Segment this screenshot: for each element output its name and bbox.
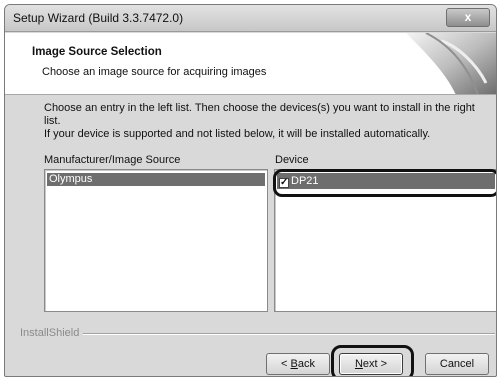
close-button[interactable]: x <box>446 8 490 27</box>
back-button-prefix: < <box>281 358 291 370</box>
instructions-line-2: If your device is supported and not list… <box>44 128 431 140</box>
setup-wizard-window: Setup Wizard (Build 3.3.7472.0) x Image … <box>4 4 497 377</box>
device-highlight-annotation <box>273 169 496 197</box>
instructions-line-1: Choose an entry in the left list. Then c… <box>44 102 475 127</box>
title-bar: Setup Wizard (Build 3.3.7472.0) x <box>5 5 496 32</box>
window-title: Setup Wizard (Build 3.3.7472.0) <box>13 11 184 25</box>
manufacturer-item-label: Olympus <box>49 173 93 185</box>
page-title: Image Source Selection <box>32 46 162 58</box>
wizard-header: Image Source Selection Choose an image s… <box>5 33 496 95</box>
page-subtitle: Choose an image source for acquiring ima… <box>42 66 267 78</box>
close-icon: x <box>464 10 472 24</box>
header-graphic-icon <box>406 33 496 94</box>
next-highlight-annotation <box>331 345 414 376</box>
back-button-accel: B <box>290 358 298 370</box>
cancel-button[interactable]: Cancel <box>425 353 489 375</box>
instructions-text: Choose an entry in the left list. Then c… <box>44 102 489 141</box>
device-list-label: Device <box>275 154 309 166</box>
list-item[interactable]: Olympus <box>47 173 265 186</box>
manufacturer-list[interactable]: Olympus <box>44 169 268 312</box>
back-button[interactable]: < Back <box>266 353 330 375</box>
manufacturer-list-label: Manufacturer/Image Source <box>44 154 181 166</box>
installshield-brand: InstallShield <box>20 327 80 339</box>
back-button-rest: ack <box>297 358 315 370</box>
divider <box>83 333 495 335</box>
